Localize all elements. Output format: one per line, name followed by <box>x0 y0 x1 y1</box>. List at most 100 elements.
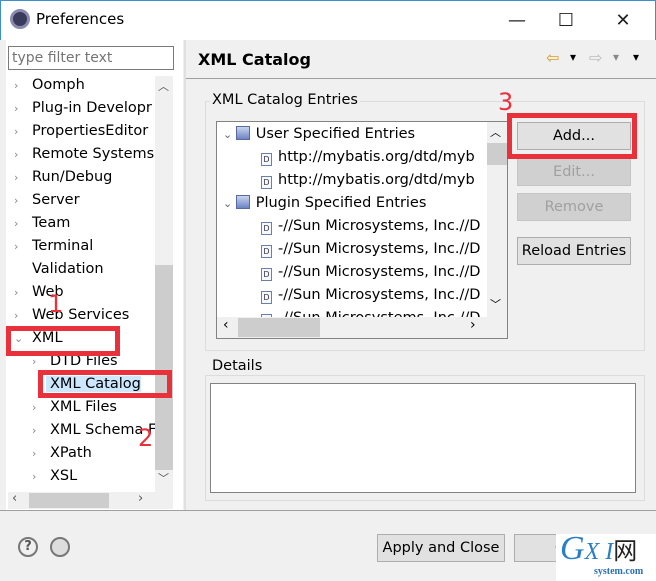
scroll-down-icon[interactable]: ﹀ <box>158 470 169 486</box>
eclipse-logo-icon <box>10 9 30 29</box>
tree-item-label: XSL <box>50 468 78 484</box>
tree-item[interactable]: › Server <box>14 189 80 212</box>
annotation-number-3: 3 <box>498 88 514 116</box>
entries-group-label: XML Catalog Entries <box>210 92 360 108</box>
window-title: Preferences <box>36 10 125 28</box>
header-separator <box>186 78 656 79</box>
annotation-box-xml <box>6 326 120 356</box>
annotation-box-add <box>507 113 637 159</box>
minimize-button[interactable]: — <box>494 4 540 36</box>
tree-item[interactable]: › Oomph <box>14 74 85 97</box>
chevron-right-icon[interactable]: › <box>14 235 28 258</box>
scroll-right-icon[interactable]: › <box>470 317 476 333</box>
scroll-down-icon[interactable]: ﹀ <box>490 296 501 312</box>
entries-scroll-thumb[interactable] <box>487 143 507 165</box>
forward-menu-icon[interactable]: ▾ <box>613 50 619 64</box>
catalog-entries-tree[interactable]: ⌄ User Specified Entries Dhttp://mybatis.… <box>216 121 508 339</box>
entry-label: -//Sun Microsystems, Inc.//D <box>278 241 481 257</box>
catalog-entry[interactable]: D -//Sun Microsystems, Inc.//D <box>261 215 480 238</box>
remove-button[interactable]: Remove <box>517 193 631 221</box>
tree-item[interactable]: › XSL <box>32 465 77 488</box>
catalog-entry[interactable]: Dhttp://mybatis.org/dtd/myb <box>261 146 475 169</box>
tree-item[interactable]: › Remote Systems <box>14 143 154 166</box>
scroll-left-icon[interactable]: ‹ <box>12 491 17 506</box>
import-export-icon[interactable] <box>50 537 70 557</box>
dtd-document-icon: D <box>261 176 272 189</box>
dtd-document-icon: D <box>261 268 272 281</box>
tree-item-label: XPath <box>50 445 92 461</box>
catalog-entry[interactable]: Dhttp://mybatis.org/dtd/myb <box>261 169 475 192</box>
footer-separator <box>0 510 656 511</box>
chevron-right-icon[interactable]: › <box>14 143 28 166</box>
tree-item[interactable]: › XPath <box>32 442 92 465</box>
watermark-logo: GX I网 system.com <box>556 530 656 581</box>
annotation-number-2: 2 <box>138 424 154 452</box>
entry-label: Plugin Specified Entries <box>255 195 427 211</box>
catalog-entry[interactable]: D -//Sun Microsystems, Inc.//D <box>261 284 480 307</box>
scroll-up-icon[interactable]: ︿ <box>158 78 169 94</box>
catalog-entry[interactable]: ⌄ User Specified Entries <box>223 123 415 146</box>
entries-hscroll-thumb[interactable] <box>238 318 320 337</box>
chevron-right-icon[interactable]: › <box>32 465 46 488</box>
help-icon[interactable]: ? <box>18 537 38 557</box>
catalog-entry[interactable]: D -//Sun Microsystems, Inc.//D <box>261 238 480 261</box>
tree-item[interactable]: › Run/Debug <box>14 166 112 189</box>
entry-label: -//Sun Microsystems, Inc.//D <box>278 287 481 303</box>
entry-label: http://mybatis.org/dtd/myb <box>278 149 475 165</box>
catalog-entry[interactable]: ⌄ Plugin Specified Entries <box>223 192 426 215</box>
tree-item-label: Terminal <box>32 238 94 254</box>
scroll-up-icon[interactable]: ︿ <box>490 124 501 140</box>
maximize-button[interactable]: ☐ <box>543 4 589 36</box>
tree-item[interactable]: › Plug-in Developr <box>14 97 152 120</box>
tree-item[interactable]: › Web Services <box>14 304 129 327</box>
chevron-right-icon[interactable]: › <box>14 97 28 120</box>
page-title: XML Catalog <box>198 50 311 69</box>
apply-and-close-button[interactable]: Apply and Close <box>377 534 505 562</box>
tree-item-label: Run/Debug <box>32 169 113 185</box>
tree-item-label: Validation <box>32 261 104 277</box>
edit-button[interactable]: Edit... <box>517 158 631 186</box>
catalog-entry[interactable]: D -//Sun Microsystems, Inc.//D <box>261 261 480 284</box>
chevron-right-icon[interactable]: › <box>14 281 28 304</box>
back-menu-icon[interactable]: ▾ <box>570 50 576 64</box>
scroll-left-icon[interactable]: ‹ <box>223 317 229 333</box>
reload-entries-button[interactable]: Reload Entries <box>517 237 631 265</box>
tree-item[interactable]: Validation <box>14 258 104 281</box>
tree-item-label: Web Services <box>32 307 130 323</box>
tree-item-label: Plug-in Developr <box>32 100 152 116</box>
details-textarea[interactable] <box>210 383 636 493</box>
chevron-right-icon[interactable]: › <box>32 419 46 442</box>
panel-divider[interactable] <box>184 40 186 510</box>
catalog-icon <box>235 126 250 140</box>
view-menu-icon[interactable]: ▾ <box>633 50 639 64</box>
chevron-right-icon[interactable]: › <box>32 442 46 465</box>
tree-hscroll-thumb[interactable] <box>29 493 109 508</box>
tree-item[interactable]: › Team <box>14 212 70 235</box>
forward-icon[interactable]: ⇨ <box>589 48 602 67</box>
chevron-right-icon[interactable]: › <box>14 189 28 212</box>
tree-scroll-thumb[interactable] <box>155 265 173 470</box>
tree-item-label: Remote Systems <box>32 146 155 162</box>
chevron-right-icon[interactable]: › <box>14 212 28 235</box>
tree-item-label: PropertiesEditor <box>32 123 149 139</box>
chevron-right-icon[interactable]: › <box>14 120 28 143</box>
chevron-right-icon[interactable]: › <box>14 304 28 327</box>
tree-item[interactable]: › PropertiesEditor <box>14 120 148 143</box>
details-group-label: Details <box>210 358 265 374</box>
chevron-down-icon[interactable]: ⌄ <box>223 128 236 141</box>
chevron-right-icon[interactable]: › <box>14 74 28 97</box>
back-icon[interactable]: ⇦ <box>546 48 559 67</box>
entry-label: http://mybatis.org/dtd/myb <box>278 172 475 188</box>
chevron-right-icon[interactable]: › <box>14 166 28 189</box>
dtd-document-icon: D <box>261 222 272 235</box>
filter-input[interactable] <box>8 46 174 70</box>
tree-item-label: XML Files <box>50 399 117 415</box>
tree-item-label: Team <box>32 215 71 231</box>
chevron-down-icon[interactable]: ⌄ <box>223 197 236 210</box>
scroll-right-icon[interactable]: › <box>138 491 143 506</box>
chevron-right-icon[interactable]: › <box>32 396 46 419</box>
entry-label: User Specified Entries <box>255 126 416 142</box>
tree-item[interactable]: › XML Files <box>32 396 117 419</box>
close-button[interactable]: ✕ <box>600 4 646 36</box>
tree-item[interactable]: › Terminal <box>14 235 93 258</box>
